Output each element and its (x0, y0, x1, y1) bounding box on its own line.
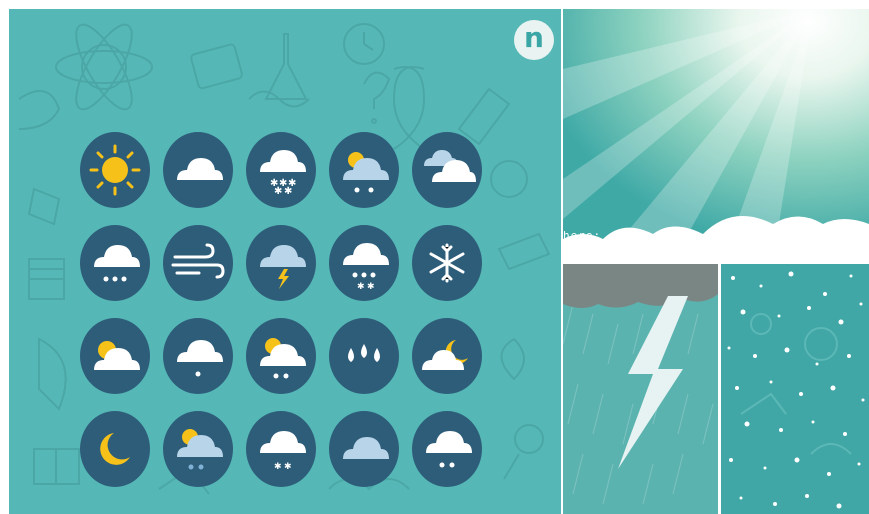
weather-tile-3[interactable]: ✱ ✱ ✱ ✱ ✱ (246, 132, 316, 208)
weather-tile-16[interactable] (80, 411, 150, 487)
wind-icon (171, 243, 225, 279)
weather-tile-14[interactable] (329, 318, 399, 394)
weather-icon-board: n ✱ ✱ ✱ ✱ ✱ ✱ ✱ ✱ ✱ (9, 9, 561, 514)
weather-tile-1[interactable] (80, 132, 150, 208)
raindrops-icon (348, 344, 380, 362)
weather-icon-grid: ✱ ✱ ✱ ✱ ✱ ✱ ✱ ✱ ✱ (80, 132, 483, 488)
weather-tile-11[interactable] (80, 318, 150, 394)
lightning-bolt-icon (563, 264, 718, 514)
svg-text:✱: ✱ (357, 282, 365, 292)
sunlight-rays-icon (563, 9, 869, 261)
sun-cloud-rain-icon (260, 338, 306, 379)
weather-tile-12[interactable] (163, 318, 233, 394)
snowflake-icon (429, 243, 465, 283)
weather-tile-17[interactable] (163, 411, 233, 487)
svg-text:✱: ✱ (274, 462, 282, 472)
cloud-rain-icon (426, 431, 472, 468)
sunny-scene-caption: here: (563, 229, 602, 242)
cloud-rain-snow-icon: ✱ ✱ (343, 243, 389, 292)
partly-cloudy-icon (94, 341, 140, 370)
storm-scene-panel (563, 264, 718, 514)
clouds-icon (424, 150, 476, 182)
svg-text:✱: ✱ (284, 186, 292, 197)
brand-logo-icon: n (524, 21, 544, 54)
moon-icon (100, 433, 130, 465)
svg-text:✱: ✱ (274, 186, 282, 197)
moon-cloud-icon (422, 340, 468, 370)
sun-cloud-rain-icon (343, 152, 389, 193)
snowfall-icon (721, 264, 869, 514)
weather-tile-18[interactable]: ✱ ✱ (246, 411, 316, 487)
weather-tile-19[interactable] (329, 411, 399, 487)
sun-icon (89, 144, 141, 196)
weather-tile-2[interactable] (163, 132, 233, 208)
cloud-lightning-icon (260, 245, 306, 289)
cloud-rain-icon (94, 245, 140, 282)
svg-text:✱: ✱ (367, 282, 375, 292)
sunny-scene-panel: here: (563, 9, 869, 261)
weather-tile-20[interactable] (412, 411, 482, 487)
cloud-snow-icon: ✱ ✱ ✱✱ ✱ (260, 150, 306, 197)
weather-tile-8[interactable] (246, 225, 316, 301)
weather-tile-4[interactable] (329, 132, 399, 208)
weather-tile-15[interactable] (412, 318, 482, 394)
cloud-snow-icon: ✱ ✱ (260, 431, 306, 472)
brand-logo-button[interactable]: n (514, 20, 554, 60)
sun-cloud-rain-icon (177, 429, 223, 470)
svg-text:✱: ✱ (284, 462, 292, 472)
weather-tile-5[interactable] (412, 132, 482, 208)
weather-tile-10[interactable] (412, 225, 482, 301)
weather-tile-9[interactable]: ✱ ✱ (329, 225, 399, 301)
snow-scene-panel (721, 264, 869, 514)
weather-tile-6[interactable] (80, 225, 150, 301)
cloud-icon (177, 158, 223, 180)
cloud-drizzle-icon (177, 340, 223, 377)
weather-tile-7[interactable] (163, 225, 233, 301)
cloud-icon (343, 437, 389, 459)
weather-tile-13[interactable] (246, 318, 316, 394)
